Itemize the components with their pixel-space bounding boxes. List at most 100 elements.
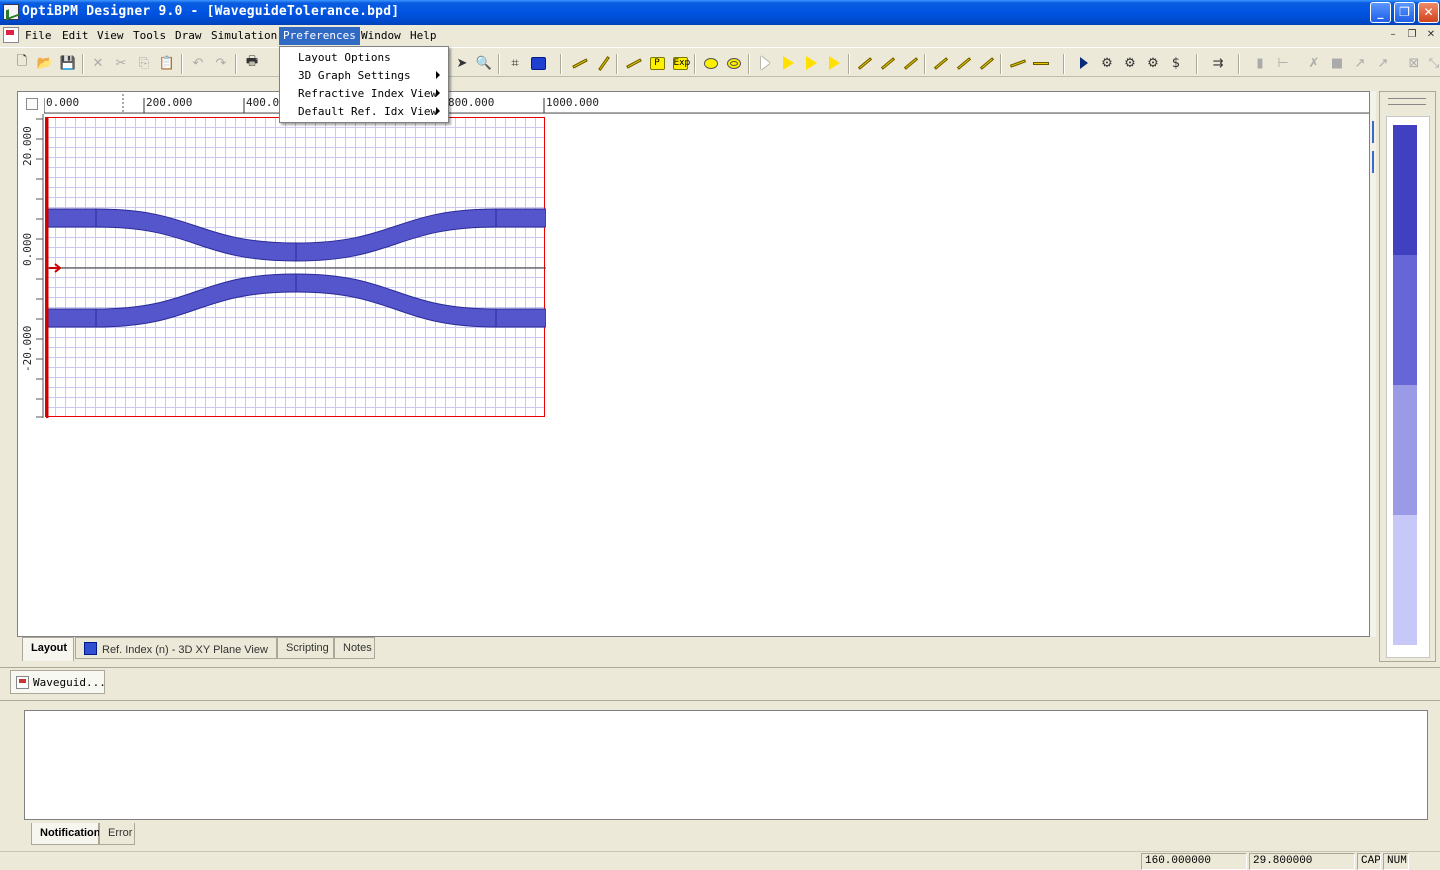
y-branch-icon[interactable] (954, 53, 974, 73)
arrow-marker-icon[interactable] (755, 53, 775, 73)
waveguide-linear-icon[interactable] (570, 53, 590, 73)
menu-bar: File Edit View Tools Draw Simulation Pre… (0, 25, 1440, 46)
menu-item-label: 3D Graph Settings (298, 69, 411, 82)
run-simulation-icon[interactable] (1074, 53, 1094, 73)
s-bend-arc-icon[interactable] (901, 53, 921, 73)
script-run-icon[interactable]: $ (1166, 53, 1186, 73)
notification-log[interactable] (24, 710, 1428, 820)
resize-icon[interactable]: ⤡ (1424, 53, 1440, 73)
menu-window[interactable]: Window (357, 27, 405, 45)
vertical-scrollbar[interactable] (1370, 91, 1376, 637)
run-mode-solver-icon[interactable]: ⚙ (1143, 53, 1163, 73)
toolbar-separator (616, 54, 618, 74)
copy-icon[interactable]: ⎘ (134, 53, 154, 73)
close-button[interactable]: ✕ (1418, 2, 1439, 23)
color-swatch (1393, 515, 1417, 645)
tab-layout[interactable]: Layout (22, 637, 74, 661)
layout-grid[interactable] (45, 117, 546, 418)
ruler-label: 0.000 (21, 232, 34, 266)
menu-item-layout-options[interactable]: Layout Options (280, 48, 448, 66)
s-bend-sine-icon[interactable] (878, 53, 898, 73)
measure-icon[interactable]: ⊢ (1273, 53, 1293, 73)
menu-file[interactable]: File (21, 27, 56, 45)
document-icon[interactable] (3, 27, 19, 43)
grid-close-icon[interactable]: ⊠ (1404, 53, 1424, 73)
status-x-coordinate: 160.000000 (1141, 853, 1247, 870)
ruler-corner-button[interactable] (26, 98, 38, 110)
half-lens-icon[interactable] (824, 53, 844, 73)
layout-canvas-window: 0.000 200.000 400.00 800.000 1000.000 20… (17, 91, 1370, 637)
document-tab[interactable]: Waveguid... (10, 670, 106, 694)
panel-grip[interactable] (1388, 98, 1426, 105)
tab-notes[interactable]: Notes (334, 637, 375, 659)
coupler-icon[interactable] (931, 53, 951, 73)
toolbar-separator (82, 54, 84, 74)
undo-icon[interactable]: ↶ (188, 53, 208, 73)
waveguide-drawing (46, 118, 546, 418)
open-folder-icon[interactable]: 📂 (35, 53, 55, 73)
ring-icon[interactable] (724, 53, 744, 73)
menu-preferences[interactable]: Preferences (279, 27, 360, 45)
menu-edit[interactable]: Edit (58, 27, 93, 45)
menu-view[interactable]: View (93, 27, 128, 45)
camera-icon[interactable] (528, 53, 548, 73)
menu-draw[interactable]: Draw (171, 27, 206, 45)
tab-scripting[interactable]: Scripting (277, 637, 334, 659)
menu-item-refractive-index-view[interactable]: Refractive Index View (280, 84, 448, 102)
toolbar-separator (1238, 54, 1240, 74)
paste-icon[interactable]: 📋 (157, 53, 177, 73)
graph2-icon[interactable]: ↗ (1373, 53, 1393, 73)
new-file-icon[interactable]: 🗋 (12, 53, 32, 73)
redo-icon[interactable]: ↷ (211, 53, 231, 73)
waveguide-parabolic-icon[interactable]: P (647, 53, 667, 73)
mmi-icon[interactable] (977, 53, 997, 73)
tab-ref-index[interactable]: Ref. Index (n) - 3D XY Plane View (75, 637, 277, 659)
stop-icon[interactable]: ■ (1327, 53, 1347, 73)
align-icon[interactable]: ▮ (1250, 53, 1270, 73)
save-icon[interactable]: 💾 (58, 53, 78, 73)
app-icon[interactable] (3, 4, 19, 20)
run-3d-icon[interactable]: ⚙ (1120, 53, 1140, 73)
waveguide-exponential-icon[interactable]: Exp (670, 53, 690, 73)
s-bend-icon[interactable] (855, 53, 875, 73)
run-2d-icon[interactable]: ⚙ (1097, 53, 1117, 73)
print-icon[interactable]: 🖶 (242, 53, 262, 73)
menu-item-default-ref-idx-view[interactable]: Default Ref. Idx View (280, 102, 448, 120)
document-tab-strip: Waveguid... (0, 667, 1440, 695)
tab-notification[interactable]: Notification (31, 823, 101, 845)
scan-icon[interactable]: ⌗ (505, 53, 525, 73)
menu-tools[interactable]: Tools (129, 27, 170, 45)
toolbar-separator (848, 54, 850, 74)
cross-icon[interactable]: ✗ (1304, 53, 1324, 73)
tab-error[interactable]: Error (99, 823, 135, 845)
restore-button[interactable]: ❐ (1394, 2, 1415, 23)
lens-icon[interactable] (778, 53, 798, 73)
ellipse-icon[interactable] (701, 53, 721, 73)
graph-icon[interactable]: ↗ (1350, 53, 1370, 73)
toolbar-separator (181, 54, 183, 74)
export-icon[interactable]: ⇉ (1208, 53, 1228, 73)
cut-icon[interactable]: ✂ (111, 53, 131, 73)
mdi-minimize-button[interactable]: – (1386, 29, 1400, 41)
path-icon[interactable] (1031, 53, 1051, 73)
document-tab-label: Waveguid... (33, 676, 106, 689)
delete-icon[interactable]: ✕ (88, 53, 108, 73)
select-arrow-icon[interactable]: ➤ (452, 53, 472, 73)
grating-icon[interactable] (1008, 53, 1028, 73)
menu-help[interactable]: Help (406, 27, 441, 45)
input-field-arrow-icon[interactable] (49, 263, 62, 273)
minimize-button[interactable]: _ (1370, 2, 1391, 23)
menu-item-3d-graph-settings[interactable]: 3D Graph Settings (280, 66, 448, 84)
toolbar-separator (498, 54, 500, 74)
mdi-close-button[interactable]: ✕ (1424, 29, 1438, 41)
prism-icon[interactable] (801, 53, 821, 73)
mdi-restore-button[interactable]: ❐ (1405, 29, 1419, 41)
ruler-label: -20.000 (21, 325, 34, 372)
zoom-icon[interactable]: 🔍 (474, 53, 494, 73)
waveguide-arc-icon[interactable] (594, 53, 614, 73)
toolbar-separator (1196, 54, 1198, 74)
menu-item-label: Refractive Index View (298, 87, 438, 100)
menu-simulation[interactable]: Simulation (207, 27, 281, 45)
waveguide-taper-icon[interactable] (624, 53, 644, 73)
window-title: OptiBPM Designer 9.0 - [WaveguideToleran… (22, 4, 400, 19)
